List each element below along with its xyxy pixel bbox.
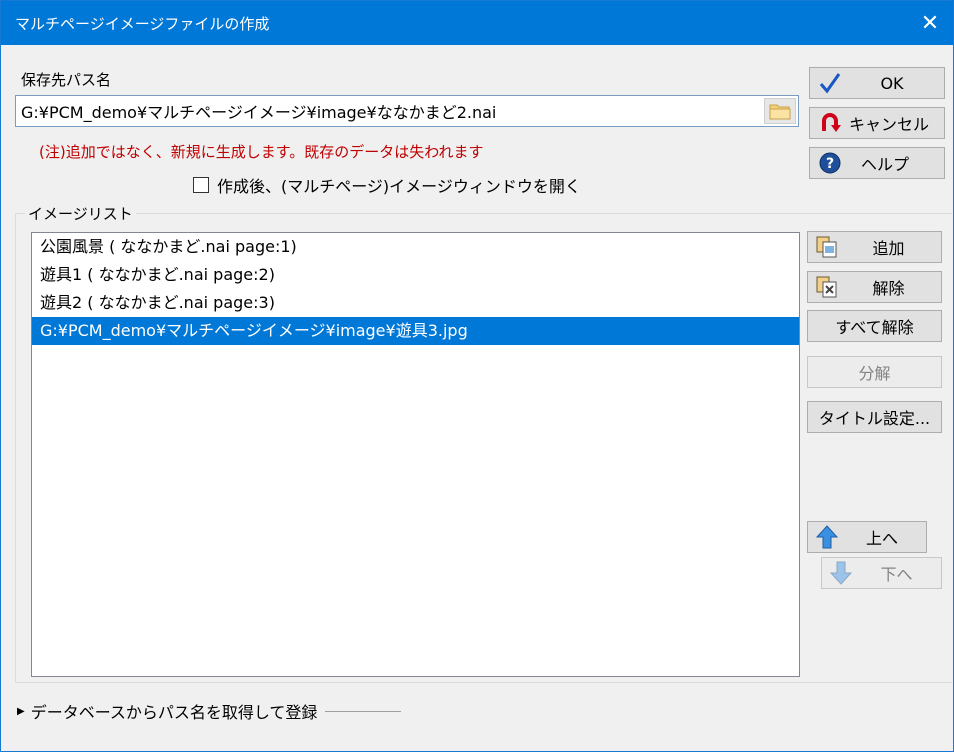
check-icon: [818, 72, 842, 94]
undo-arrow-icon: [818, 111, 842, 135]
move-up-button[interactable]: 上へ: [807, 521, 927, 553]
list-item-selected[interactable]: G:¥PCM_demo¥マルチページイメージ¥image¥遊具3.jpg: [32, 317, 799, 345]
close-icon[interactable]: ✕: [907, 1, 953, 45]
browse-button[interactable]: [764, 98, 796, 124]
image-listbox[interactable]: 公園風景 ( ななかまど.nai page:1) 遊具1 ( ななかまど.nai…: [31, 232, 800, 677]
open-after-label: 作成後、(マルチページ)イメージウィンドウを開く: [217, 177, 581, 196]
window-title: マルチページイメージファイルの作成: [15, 15, 270, 33]
remove-button[interactable]: 解除: [807, 271, 942, 303]
list-item[interactable]: 遊具1 ( ななかまど.nai page:2): [32, 261, 799, 289]
arrow-down-icon: [830, 561, 852, 585]
move-down-label: 下へ: [880, 565, 913, 584]
question-icon: ?: [818, 151, 842, 175]
open-after-checkbox[interactable]: [193, 177, 209, 193]
add-button[interactable]: 追加: [807, 231, 942, 263]
move-up-label: 上へ: [865, 529, 898, 548]
remove-all-button[interactable]: すべて解除: [807, 310, 942, 342]
ok-button[interactable]: OK: [809, 67, 945, 99]
cancel-label: キャンセル: [848, 115, 929, 134]
add-image-icon: [816, 236, 838, 258]
cancel-button[interactable]: キャンセル: [809, 107, 945, 139]
separator-line: [325, 710, 402, 712]
help-button[interactable]: ? ヘルプ: [809, 147, 945, 179]
overwrite-note: (注)追加ではなく、新規に生成します。既存のデータは失われます: [39, 143, 484, 161]
ok-label: OK: [880, 73, 904, 93]
remove-image-icon: [816, 276, 838, 298]
open-after-option[interactable]: 作成後、(マルチページ)イメージウィンドウを開く: [193, 173, 581, 197]
move-down-button[interactable]: 下へ: [821, 557, 942, 589]
svg-text:?: ?: [826, 156, 834, 172]
save-path-field[interactable]: [15, 95, 799, 127]
remove-label: 解除: [872, 279, 905, 298]
title-settings-button[interactable]: タイトル設定...: [807, 401, 942, 433]
save-path-label: 保存先パス名: [21, 71, 112, 89]
split-button[interactable]: 分解: [807, 356, 942, 388]
folder-icon: [769, 104, 791, 120]
dialog-window: マルチページイメージファイルの作成 ✕ 保存先パス名 (注)追加ではなく、新規に…: [0, 0, 954, 752]
list-item[interactable]: 公園風景 ( ななかまど.nai page:1): [32, 233, 799, 261]
title-bar: マルチページイメージファイルの作成 ✕: [1, 1, 953, 45]
list-item[interactable]: 遊具2 ( ななかまど.nai page:3): [32, 289, 799, 317]
help-label: ヘルプ: [860, 155, 909, 174]
db-register-label: データベースからパス名を取得して登録: [30, 703, 318, 722]
arrow-up-icon: [816, 525, 838, 549]
image-list-label: イメージリスト: [25, 203, 136, 224]
add-label: 追加: [872, 239, 905, 258]
db-register-section[interactable]: ▶ データベースからパス名を取得して登録: [17, 699, 402, 723]
expand-triangle-icon[interactable]: ▶: [17, 706, 25, 717]
save-path-input[interactable]: [16, 96, 756, 126]
